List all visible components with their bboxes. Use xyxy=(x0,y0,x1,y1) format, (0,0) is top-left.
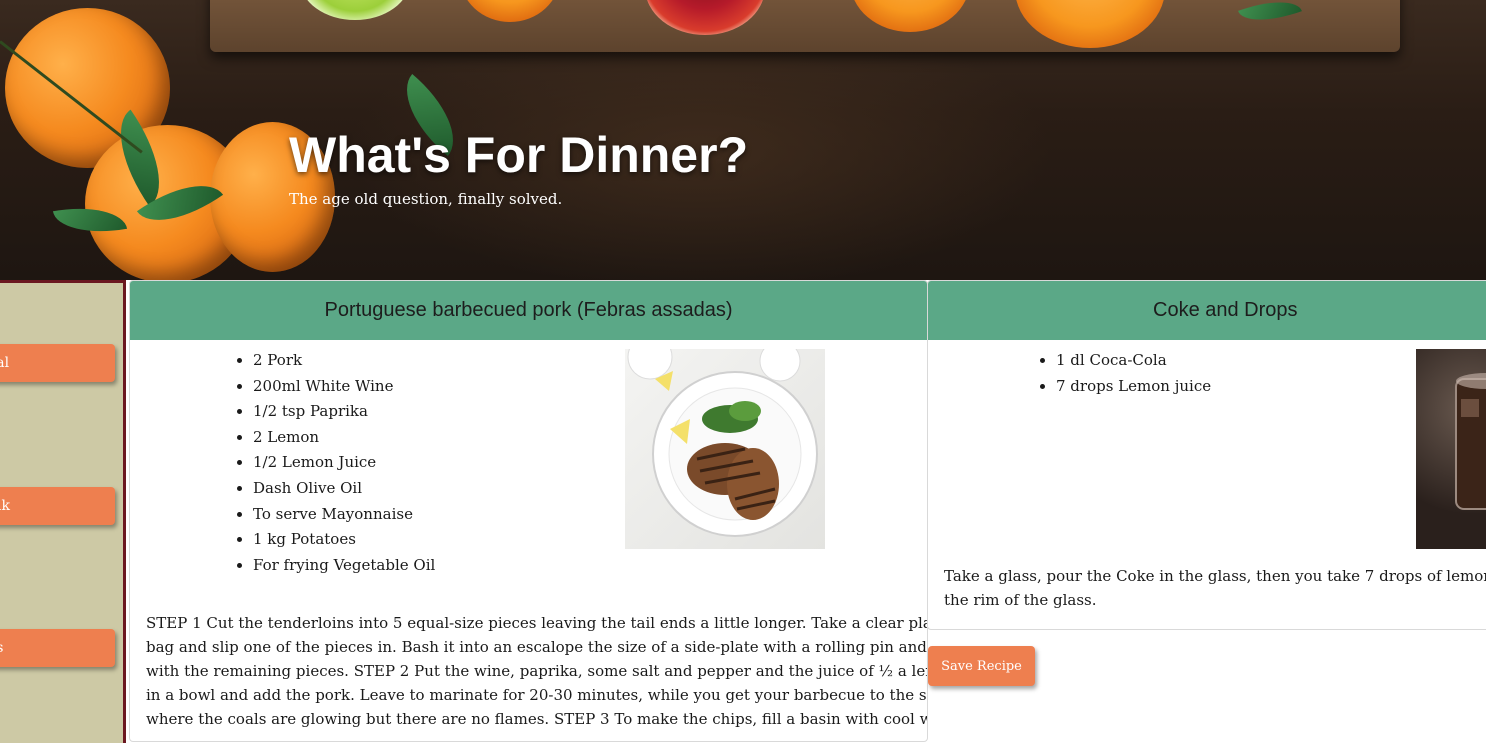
ingredient-list: 2 Pork 200ml White Wine 1/2 tsp Paprika … xyxy=(233,348,435,578)
ingredient-item: 2 Pork xyxy=(253,348,435,374)
page-title: What's For Dinner? xyxy=(289,127,749,183)
recipe-instructions: STEP 1 Cut the tenderloins into 5 equal-… xyxy=(146,611,928,731)
ingredient-item: 1 dl Coca-Cola xyxy=(1056,348,1211,374)
plate-image xyxy=(627,349,818,537)
ingredient-item: 2 Lemon xyxy=(253,425,435,451)
sidebar-button-label: ink xyxy=(0,498,10,514)
ingredient-item: Dash Olive Oil xyxy=(253,476,435,502)
sidebar-button-meal[interactable]: eal xyxy=(0,344,115,382)
recipe-image xyxy=(1416,349,1486,549)
sidebar-button-drink[interactable]: ink xyxy=(0,487,115,525)
glass-image xyxy=(1455,373,1486,510)
ingredient-list: 1 dl Coca-Cola 7 drops Lemon juice xyxy=(1036,348,1211,399)
page-subtitle: The age old question, finally solved. xyxy=(289,190,563,208)
instruction-line: the rim of the glass. xyxy=(944,591,1097,609)
ingredient-item: 1/2 Lemon Juice xyxy=(253,450,435,476)
instruction-line: in a bowl and add the pork. Leave to mar… xyxy=(146,686,928,704)
instruction-line: Take a glass, pour the Coke in the glass… xyxy=(944,567,1486,585)
instruction-line: STEP 1 Cut the tenderloins into 5 equal-… xyxy=(146,614,928,632)
ingredient-item: 1 kg Potatoes xyxy=(253,527,435,553)
sidebar-button-recipes[interactable]: es xyxy=(0,629,115,667)
sidebar-button-label: es xyxy=(0,640,3,656)
recipe-title: Coke and Drops xyxy=(928,281,1486,340)
recipe-instructions: Take a glass, pour the Coke in the glass… xyxy=(944,564,1486,612)
recipe-card-2: Coke and Drops 1 dl Coca-Cola 7 drops Le… xyxy=(927,280,1486,630)
ingredient-item: 200ml White Wine xyxy=(253,374,435,400)
ingredient-item: For frying Vegetable Oil xyxy=(253,553,435,579)
recipe-title: Portuguese barbecued pork (Febras assada… xyxy=(130,281,927,340)
instruction-line: with the remaining pieces. STEP 2 Put th… xyxy=(146,662,928,680)
ingredient-item: To serve Mayonnaise xyxy=(253,502,435,528)
sidebar-button-label: eal xyxy=(0,355,10,371)
sidebar: eal ink es xyxy=(0,280,126,743)
instruction-line: bag and slip one of the pieces in. Bash … xyxy=(146,638,928,656)
recipe-image xyxy=(625,349,825,549)
instruction-line: where the coals are glowing but there ar… xyxy=(146,710,928,728)
ingredient-item: 7 drops Lemon juice xyxy=(1056,374,1211,400)
recipe-card: Portuguese barbecued pork (Febras assada… xyxy=(129,280,928,742)
ingredient-item: 1/2 tsp Paprika xyxy=(253,399,435,425)
hero-banner: What's For Dinner? The age old question,… xyxy=(0,0,1486,280)
save-recipe-button[interactable]: Save Recipe xyxy=(928,646,1035,686)
